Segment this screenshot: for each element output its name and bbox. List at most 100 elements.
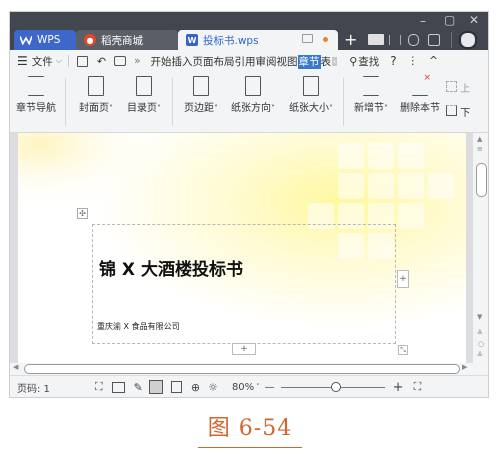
divider — [172, 78, 173, 126]
fullscreen-icon[interactable]: ⛶ — [95, 380, 103, 394]
pen-icon[interactable]: ✎ — [134, 381, 143, 394]
menu-tab-review[interactable]: 审阅 — [256, 56, 277, 68]
page-orientation-button[interactable]: 纸张方向˅ — [225, 76, 281, 114]
scroll-thumb[interactable] — [24, 364, 460, 374]
more-tools-icon[interactable]: » — [134, 55, 140, 67]
horizontal-scrollbar[interactable]: ◀ ▶ — [10, 363, 488, 375]
maximize-button[interactable]: ▢ — [444, 13, 455, 27]
tab-label: WPS — [37, 34, 61, 46]
scroll-right-icon[interactable]: › — [332, 56, 338, 66]
margins-button[interactable]: 页边距˅ — [176, 76, 226, 114]
button-label: 目录页 — [127, 103, 157, 114]
collapse-ribbon-icon[interactable]: ^ — [429, 55, 438, 67]
menu-bar: ☰ 文件 ⌵ ↶ » 开始插入页面布局引用审阅视图章节表 › ⚲ 查找 ? ⋮ … — [10, 50, 488, 72]
tab-document[interactable]: W 投标书.wps — [178, 30, 338, 50]
menu-tab-table[interactable]: 表 — [321, 56, 332, 68]
next-section-button[interactable]: 下 — [446, 104, 486, 119]
company-name: 重庆渝 X 食品有限公司 — [97, 322, 180, 331]
scroll-up-arrow-icon[interactable]: ▲ — [477, 135, 482, 143]
divider — [343, 78, 344, 126]
outline-view-icon[interactable] — [170, 381, 182, 393]
menu-tab-home[interactable]: 开始 — [151, 56, 172, 68]
chevron-down-icon[interactable]: ⌵ — [56, 56, 62, 66]
chapter-nav-icon — [28, 76, 44, 96]
file-menu[interactable]: 文件 — [32, 54, 53, 69]
help-icon[interactable]: ? — [390, 54, 396, 68]
two-page-view-icon[interactable] — [111, 381, 125, 393]
caption-underline — [198, 447, 302, 448]
close-button[interactable]: ✕ — [469, 13, 479, 27]
menu-tab-section[interactable]: 章节 — [297, 54, 321, 69]
chevron-down-icon[interactable]: ˅ — [256, 383, 260, 391]
button-label: 封面页 — [79, 103, 109, 114]
prev-section-button[interactable]: 上 — [446, 80, 486, 95]
button-label: 下 — [460, 108, 471, 119]
delete-section-button[interactable]: × 删除本节 — [397, 73, 443, 114]
more-icon[interactable]: ⋮ — [408, 55, 419, 67]
table-resize-handle-icon[interactable]: ⤡ — [398, 345, 408, 355]
divider — [451, 32, 452, 48]
page-view-icon[interactable] — [148, 380, 163, 394]
zoom-level[interactable]: 80% — [232, 382, 254, 393]
new-tab-button[interactable]: + — [344, 30, 357, 49]
skin-icon[interactable] — [408, 34, 419, 46]
grid-icon[interactable] — [389, 35, 401, 45]
table-move-handle-icon[interactable]: ✣ — [77, 208, 88, 219]
new-section-icon — [363, 76, 379, 96]
menu-tab-page-layout[interactable]: 页面布局 — [193, 56, 235, 68]
prev-page-icon[interactable]: ≙ — [477, 329, 483, 337]
print-icon[interactable] — [114, 56, 127, 66]
chapter-navigation-button[interactable]: 章节导航 — [12, 76, 60, 114]
search-button[interactable]: 查找 — [358, 54, 379, 69]
zoom-out-button[interactable]: — — [265, 382, 275, 393]
undo-icon[interactable]: ↶ — [97, 55, 106, 68]
page-size-button[interactable]: 纸张大小˅ — [283, 76, 339, 114]
zoom-slider-knob[interactable] — [330, 382, 341, 392]
button-label: 章节导航 — [16, 103, 56, 114]
tab-docer-store[interactable]: ● 稻壳商城 — [76, 30, 178, 50]
divider — [67, 55, 69, 67]
ribbon-toolbar: 章节导航 封面页˅ 目录页˅ 页边距˅ 纸张方向˅ 纸张大小˅ 新增节˅ × 删… — [10, 72, 488, 133]
layout-icon[interactable] — [428, 34, 440, 46]
cover-page-button[interactable]: 封面页˅ — [72, 76, 120, 114]
search-icon[interactable]: ⚲ — [349, 55, 357, 68]
cover-page-icon — [88, 76, 104, 96]
add-row-button[interactable]: + — [232, 343, 256, 355]
fit-window-icon[interactable]: ⛶ — [414, 380, 422, 394]
menu-tab-references[interactable]: 引用 — [235, 56, 256, 68]
document-canvas[interactable]: ✣ 锦 X 大酒楼投标书 重庆渝 X 食品有限公司 + + ⤡ — [10, 133, 472, 363]
menu-tab-view[interactable]: 视图 — [277, 56, 298, 68]
zoom-in-button[interactable]: + — [393, 380, 404, 395]
vertical-scrollbar[interactable]: ▲ ≡ ▼ ≙ ○ ≚ — [472, 133, 488, 363]
margins-icon — [193, 76, 209, 96]
scroll-down-arrow-icon[interactable]: ▼ — [477, 313, 482, 321]
eye-protection-icon[interactable]: ☼ — [208, 381, 218, 394]
delete-section-icon: × — [412, 73, 431, 96]
button-label: 纸张大小 — [289, 103, 329, 114]
select-browse-icon[interactable]: ○ — [478, 340, 484, 348]
scroll-left-arrow-icon[interactable]: ◀ — [13, 363, 18, 371]
page-number[interactable]: 页码: 1 — [17, 380, 50, 395]
hamburger-icon[interactable]: ☰ — [17, 54, 28, 68]
tab-wps-home[interactable]: WPS — [14, 30, 76, 50]
user-avatar-icon[interactable] — [459, 31, 477, 49]
prev-section-icon — [446, 81, 457, 92]
document-page[interactable]: ✣ 锦 X 大酒楼投标书 重庆渝 X 食品有限公司 + + ⤡ — [18, 133, 466, 363]
zoom-slider[interactable] — [280, 382, 385, 392]
window-layout-icon[interactable] — [368, 34, 384, 45]
scroll-thumb[interactable] — [476, 163, 487, 197]
collapse-up-icon[interactable]: ≡ — [477, 145, 483, 153]
cover-text-table[interactable]: 锦 X 大酒楼投标书 重庆渝 X 食品有限公司 — [92, 224, 396, 344]
scroll-right-arrow-icon[interactable]: ▶ — [462, 363, 467, 371]
divider — [65, 78, 66, 126]
screen-icon[interactable] — [302, 34, 313, 43]
save-icon[interactable] — [76, 55, 88, 67]
button-label: 新增节 — [354, 103, 384, 114]
add-column-button[interactable]: + — [397, 270, 409, 288]
minimize-button[interactable]: – — [420, 14, 426, 28]
toc-page-button[interactable]: 目录页˅ — [120, 76, 168, 114]
next-page-icon[interactable]: ≚ — [477, 351, 483, 359]
web-layout-icon[interactable]: ⊕ — [191, 381, 200, 394]
new-section-button[interactable]: 新增节˅ — [346, 76, 396, 114]
menu-tab-insert[interactable]: 插入 — [172, 56, 193, 68]
